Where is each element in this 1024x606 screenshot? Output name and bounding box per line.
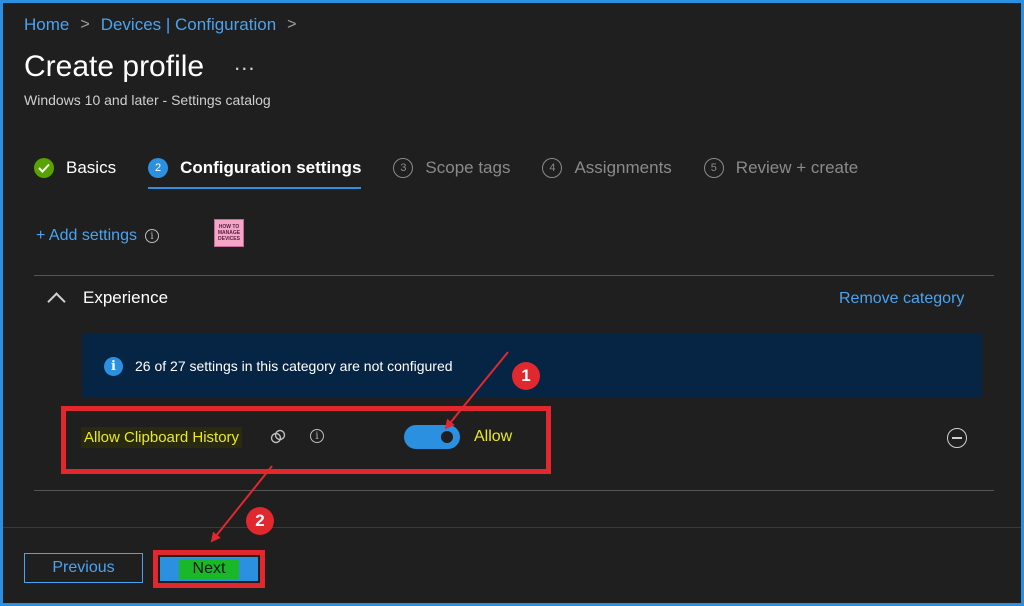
step-review-create-label: Review + create bbox=[735, 158, 859, 177]
next-button[interactable]: Next bbox=[160, 557, 258, 581]
highlight-box-setting bbox=[61, 406, 551, 474]
step-basics[interactable]: Basics bbox=[34, 158, 116, 178]
step-assignments-label: Assignments bbox=[574, 158, 672, 177]
step-assignments[interactable]: 4 Assignments bbox=[542, 158, 672, 178]
step-number-icon: 3 bbox=[393, 158, 414, 178]
previous-button[interactable]: Previous bbox=[24, 553, 143, 583]
add-settings-row: + Add settings i bbox=[36, 227, 159, 245]
check-icon bbox=[34, 158, 54, 178]
breadcrumb: Home > Devices | Configuration > bbox=[24, 15, 308, 35]
info-banner-text: 26 of 27 settings in this category are n… bbox=[135, 358, 453, 374]
step-configuration-settings[interactable]: 2 Configuration settings bbox=[148, 158, 362, 189]
logo-line: DEVICES bbox=[218, 236, 240, 242]
wizard-steps: Basics 2 Configuration settings 3 Scope … bbox=[34, 158, 890, 189]
step-scope-tags-label: Scope tags bbox=[425, 158, 511, 177]
info-icon[interactable]: i bbox=[144, 229, 159, 243]
page-subtitle: Windows 10 and later - Settings catalog bbox=[24, 92, 271, 108]
breadcrumb-separator-icon: > bbox=[80, 16, 90, 33]
info-icon: i bbox=[104, 356, 123, 376]
step-number-icon: 2 bbox=[148, 158, 169, 178]
step-basics-label: Basics bbox=[66, 158, 117, 177]
step-number-icon: 5 bbox=[703, 158, 724, 178]
page-title: Create profile bbox=[24, 50, 205, 83]
breadcrumb-separator-icon: > bbox=[287, 16, 297, 33]
add-settings-link[interactable]: + Add settings bbox=[36, 227, 137, 245]
divider bbox=[34, 275, 994, 276]
breadcrumb-devices-configuration-link[interactable]: Devices | Configuration bbox=[101, 15, 276, 35]
next-button-label: Next bbox=[178, 559, 240, 579]
remove-setting-icon[interactable] bbox=[947, 428, 967, 448]
step-scope-tags[interactable]: 3 Scope tags bbox=[393, 158, 510, 178]
category-header[interactable]: Experience bbox=[47, 288, 169, 311]
divider bbox=[34, 490, 994, 491]
annotation-badge-1: 1 bbox=[512, 362, 540, 390]
more-options-icon[interactable]: ... bbox=[234, 50, 255, 76]
page-title-row: Create profile ... bbox=[24, 50, 255, 84]
step-configuration-settings-label: Configuration settings bbox=[180, 158, 362, 177]
step-number-icon: 4 bbox=[542, 158, 563, 178]
footer-divider bbox=[3, 527, 1021, 528]
remove-category-link[interactable]: Remove category bbox=[839, 290, 964, 308]
annotation-badge-2: 2 bbox=[246, 507, 274, 535]
breadcrumb-home-link[interactable]: Home bbox=[24, 15, 69, 35]
watermark-logo: HOW TO MANAGE DEVICES bbox=[214, 219, 244, 247]
step-review-create[interactable]: 5 Review + create bbox=[703, 158, 859, 178]
category-name: Experience bbox=[83, 288, 169, 307]
chevron-up-icon[interactable] bbox=[47, 291, 66, 311]
